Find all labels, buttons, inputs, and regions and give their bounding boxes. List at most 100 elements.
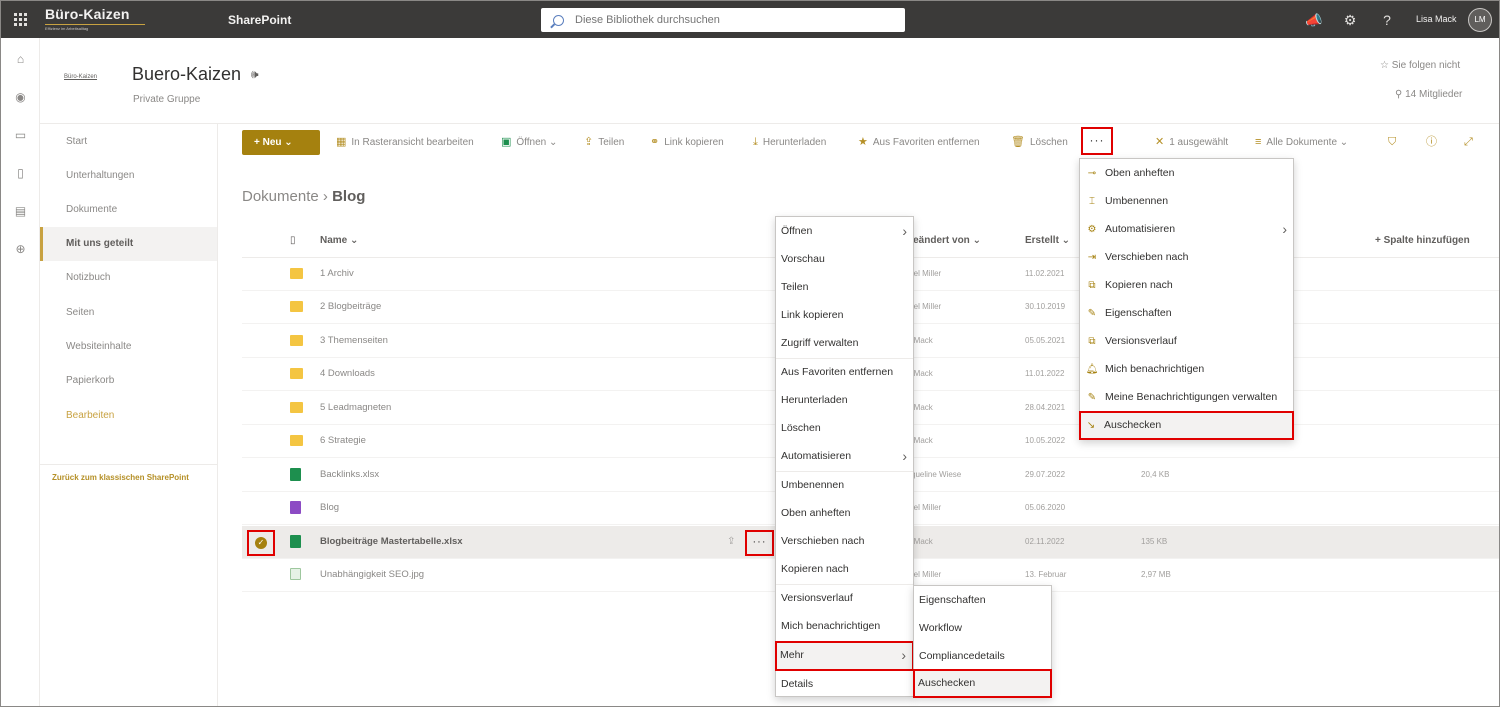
site-logo[interactable]: Büro-Kaizen bbox=[64, 74, 97, 80]
members-button[interactable]: ⚲ 14 Mitglieder bbox=[1395, 89, 1462, 100]
nav-item-shared-with-us[interactable]: Mit uns geteilt bbox=[40, 227, 217, 261]
menu-item-more[interactable]: Mehr bbox=[775, 641, 914, 671]
submenu-item-workflow[interactable]: Workflow bbox=[914, 614, 1051, 642]
row-selection-checkbox[interactable]: ✓ bbox=[247, 530, 275, 556]
menu-item-version-history[interactable]: Versionsverlauf bbox=[776, 584, 913, 612]
document-icon[interactable]: ▯ bbox=[13, 166, 28, 181]
menu-item-remove-favorites[interactable]: Aus Favoriten entfernen bbox=[776, 358, 913, 386]
nav-item-edit[interactable]: Bearbeiten bbox=[40, 399, 217, 433]
more-menu-item-alert-me[interactable]: 🔔︎ Mich benachrichtigen bbox=[1080, 355, 1293, 383]
more-menu-item-pin-to-top[interactable]: ⊸ Oben anheften bbox=[1080, 159, 1293, 187]
user-name[interactable]: Lisa Mack bbox=[1416, 14, 1457, 24]
grid-edit-button[interactable]: ▦ In Rasteransicht bearbeiten bbox=[336, 125, 474, 159]
file-type-icon: ▯ bbox=[290, 235, 296, 246]
plus-icon: + bbox=[254, 137, 263, 148]
nav-item-start[interactable]: Start bbox=[40, 125, 217, 159]
nav-item-notebook[interactable]: Notizbuch bbox=[40, 261, 217, 295]
column-created[interactable]: Erstellt ⌄ bbox=[1025, 235, 1070, 246]
site-title[interactable]: Buero-Kaizen bbox=[132, 64, 241, 85]
news-icon[interactable]: ▭ bbox=[13, 128, 28, 143]
more-menu-item-properties[interactable]: ✎ Eigenschaften bbox=[1080, 299, 1293, 327]
breadcrumb: Dokumente › Blog bbox=[242, 188, 365, 205]
menu-item-open[interactable]: Öffnen bbox=[776, 217, 913, 245]
clear-selection-button[interactable]: ✕ 1 ausgewählt bbox=[1155, 125, 1228, 159]
nav-item-recycle-bin[interactable]: Papierkorb bbox=[40, 364, 217, 398]
pencil-icon: ✎ bbox=[1087, 308, 1097, 319]
app-launcher-button[interactable] bbox=[1, 1, 39, 38]
nav-item-conversations[interactable]: Unterhaltungen bbox=[40, 159, 217, 193]
download-icon: ⤓ bbox=[753, 136, 758, 148]
view-selector[interactable]: ≡ Alle Dokumente ⌄ bbox=[1255, 125, 1348, 159]
folder-icon bbox=[290, 435, 303, 446]
column-modified-by[interactable]: geändert von ⌄ bbox=[907, 235, 981, 246]
row-more-actions-button[interactable]: ··· bbox=[745, 530, 774, 556]
share-icon[interactable]: ⇪ bbox=[727, 536, 735, 547]
menu-item-manage-access[interactable]: Zugriff verwalten bbox=[776, 329, 913, 357]
menu-item-details[interactable]: Details bbox=[776, 670, 913, 698]
share-button[interactable]: ⇪ Teilen bbox=[584, 125, 624, 159]
submenu-item-properties[interactable]: Eigenschaften bbox=[914, 586, 1051, 614]
help-icon[interactable]: ? bbox=[1378, 11, 1396, 29]
menu-item-rename[interactable]: Umbenennen bbox=[776, 471, 913, 499]
expand-icon[interactable]: ⤢ bbox=[1464, 125, 1478, 159]
globe-icon[interactable]: ◉ bbox=[13, 90, 28, 105]
flow-icon: ⚙ bbox=[1087, 224, 1097, 235]
menu-item-download[interactable]: Herunterladen bbox=[776, 386, 913, 414]
back-to-classic-link[interactable]: Zurück zum klassischen SharePoint bbox=[52, 473, 189, 482]
add-column-button[interactable]: + Spalte hinzufügen bbox=[1375, 235, 1470, 246]
download-button[interactable]: ⤓ Herunterladen bbox=[753, 125, 826, 159]
breadcrumb-documents[interactable]: Dokumente bbox=[242, 188, 319, 205]
more-menu-item-manage-alerts[interactable]: ✎ Meine Benachrichtigungen verwalten bbox=[1080, 383, 1293, 411]
more-actions-button[interactable]: ··· bbox=[1081, 127, 1113, 155]
list-icon[interactable]: ▤ bbox=[13, 204, 28, 219]
chevron-right-icon: › bbox=[322, 188, 333, 205]
delete-button[interactable]: 🗑 Löschen bbox=[1011, 125, 1068, 159]
more-menu-item-version-history[interactable]: ⧉ Versionsverlauf bbox=[1080, 327, 1293, 355]
waffle-icon bbox=[13, 13, 27, 26]
avatar[interactable]: LM bbox=[1468, 8, 1492, 32]
folder-icon bbox=[290, 368, 303, 379]
follow-button[interactable]: ☆ Sie folgen nicht bbox=[1380, 60, 1460, 71]
search-input[interactable] bbox=[575, 14, 895, 26]
megaphone-icon[interactable]: 📣 bbox=[1305, 11, 1323, 29]
submenu-item-check-out[interactable]: Auschecken bbox=[913, 669, 1052, 698]
chevron-down-icon: ⌄ bbox=[281, 137, 293, 148]
gear-icon[interactable]: ⚙ bbox=[1341, 11, 1359, 29]
submenu-item-compliance-details[interactable]: Compliancedetails bbox=[914, 642, 1051, 670]
menu-item-automate[interactable]: Automatisieren bbox=[776, 442, 913, 470]
trash-icon: 🗑 bbox=[1011, 136, 1025, 148]
app-name[interactable]: SharePoint bbox=[228, 13, 291, 27]
menu-item-alert-me[interactable]: Mich benachrichtigen bbox=[776, 612, 913, 640]
open-button[interactable]: ▣ Öffnen ⌄ bbox=[501, 125, 557, 159]
add-icon[interactable]: ⊕ bbox=[13, 242, 28, 257]
folder-icon bbox=[290, 335, 303, 346]
nav-item-site-contents[interactable]: Websiteinhalte bbox=[40, 330, 217, 364]
menu-item-share[interactable]: Teilen bbox=[776, 273, 913, 301]
menu-item-copy-link[interactable]: Link kopieren bbox=[776, 301, 913, 329]
more-menu-item-move-to[interactable]: ⇥ Verschieben nach bbox=[1080, 243, 1293, 271]
menu-item-preview[interactable]: Vorschau bbox=[776, 245, 913, 273]
copy-icon: ⧉ bbox=[1088, 280, 1096, 291]
remove-favorites-button[interactable]: ★ Aus Favoriten entfernen bbox=[858, 125, 980, 159]
menu-item-copy-to[interactable]: Kopieren nach bbox=[776, 555, 913, 583]
more-menu-item-copy-to[interactable]: ⧉ Kopieren nach bbox=[1080, 271, 1293, 299]
folder-icon bbox=[290, 402, 303, 413]
company-logo[interactable]: Büro-Kaizen Effizienz im Arbeitsalltag bbox=[45, 6, 145, 34]
copy-link-button[interactable]: ⚭ Link kopieren bbox=[650, 125, 724, 159]
column-name[interactable]: Name ⌄ bbox=[320, 235, 358, 246]
more-menu-item-check-out[interactable]: ↘ Auschecken bbox=[1079, 411, 1294, 440]
nav-item-pages[interactable]: Seiten bbox=[40, 296, 217, 330]
menu-item-delete[interactable]: Löschen bbox=[776, 414, 913, 442]
new-button[interactable]: + Neu ⌄ bbox=[242, 130, 320, 155]
search-icon bbox=[553, 14, 564, 26]
divider bbox=[40, 464, 217, 465]
search-box[interactable] bbox=[541, 8, 905, 32]
more-menu-item-rename[interactable]: ⌶ Umbenennen bbox=[1080, 187, 1293, 215]
menu-item-move-to[interactable]: Verschieben nach bbox=[776, 527, 913, 555]
filter-icon[interactable]: ⛉ bbox=[1388, 125, 1401, 159]
info-icon[interactable]: ⓘ bbox=[1426, 125, 1442, 159]
menu-item-pin-to-top[interactable]: Oben anheften bbox=[776, 499, 913, 527]
more-menu-item-automate[interactable]: ⚙ Automatisieren bbox=[1080, 215, 1293, 243]
nav-item-documents[interactable]: Dokumente bbox=[40, 193, 217, 227]
home-icon[interactable]: ⌂ bbox=[13, 52, 28, 67]
